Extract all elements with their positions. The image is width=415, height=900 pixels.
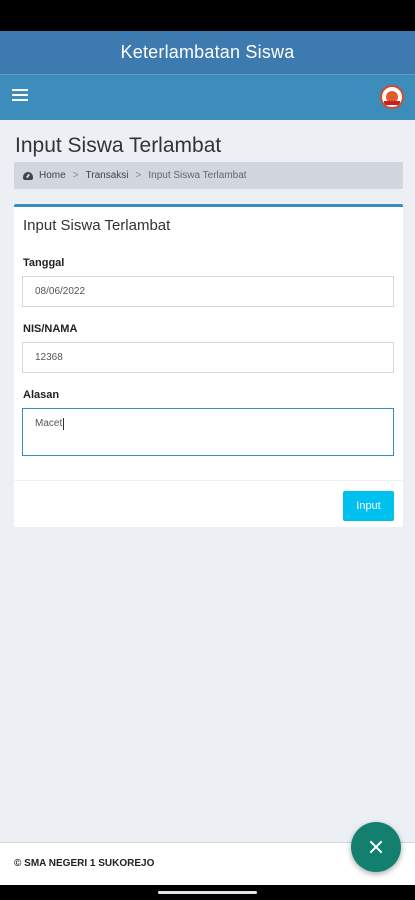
app-title: Keterlambatan Siswa — [120, 42, 295, 62]
home-indicator — [0, 885, 415, 900]
breadcrumb-transaksi[interactable]: Transaksi — [86, 170, 129, 181]
form-title: Input Siswa Terlambat — [23, 217, 171, 234]
page-title: Input Siswa Terlambat — [15, 134, 222, 157]
school-logo[interactable] — [380, 85, 404, 109]
content-area: Input Siswa Terlambat Home > Transaksi >… — [0, 120, 415, 842]
nis-label: NIS/NAMA — [23, 323, 78, 335]
breadcrumb-separator: > — [72, 170, 79, 181]
hamburger-icon[interactable] — [12, 89, 28, 105]
breadcrumb-current: Input Siswa Terlambat — [148, 170, 247, 181]
gesture-bar — [158, 891, 257, 894]
nis-field[interactable]: 12368 — [22, 342, 394, 373]
alasan-label: Alasan — [23, 389, 60, 401]
alasan-value: Macet — [35, 418, 63, 429]
app-bar: Keterlambatan Siswa — [0, 31, 415, 74]
alasan-field[interactable]: Macet — [22, 408, 394, 456]
nav-bar — [0, 74, 415, 120]
dashboard-icon — [23, 171, 33, 181]
text-cursor — [63, 418, 65, 430]
status-bar — [0, 0, 415, 31]
breadcrumb-home[interactable]: Home — [39, 170, 66, 181]
input-button[interactable]: Input — [343, 491, 394, 521]
footer-text: © SMA NEGERI 1 SUKOREJO — [14, 858, 155, 869]
nis-value: 12368 — [35, 352, 63, 363]
breadcrumb-separator: > — [135, 170, 142, 181]
breadcrumb: Home > Transaksi > Input Siswa Terlambat — [14, 162, 403, 189]
tanggal-field[interactable]: 08/06/2022 — [22, 276, 394, 307]
tanggal-value: 08/06/2022 — [35, 286, 86, 297]
close-icon[interactable] — [351, 822, 401, 872]
form-box: Input Siswa Terlambat Tanggal 08/06/2022… — [14, 204, 403, 527]
divider — [14, 480, 403, 481]
tanggal-label: Tanggal — [23, 257, 65, 269]
